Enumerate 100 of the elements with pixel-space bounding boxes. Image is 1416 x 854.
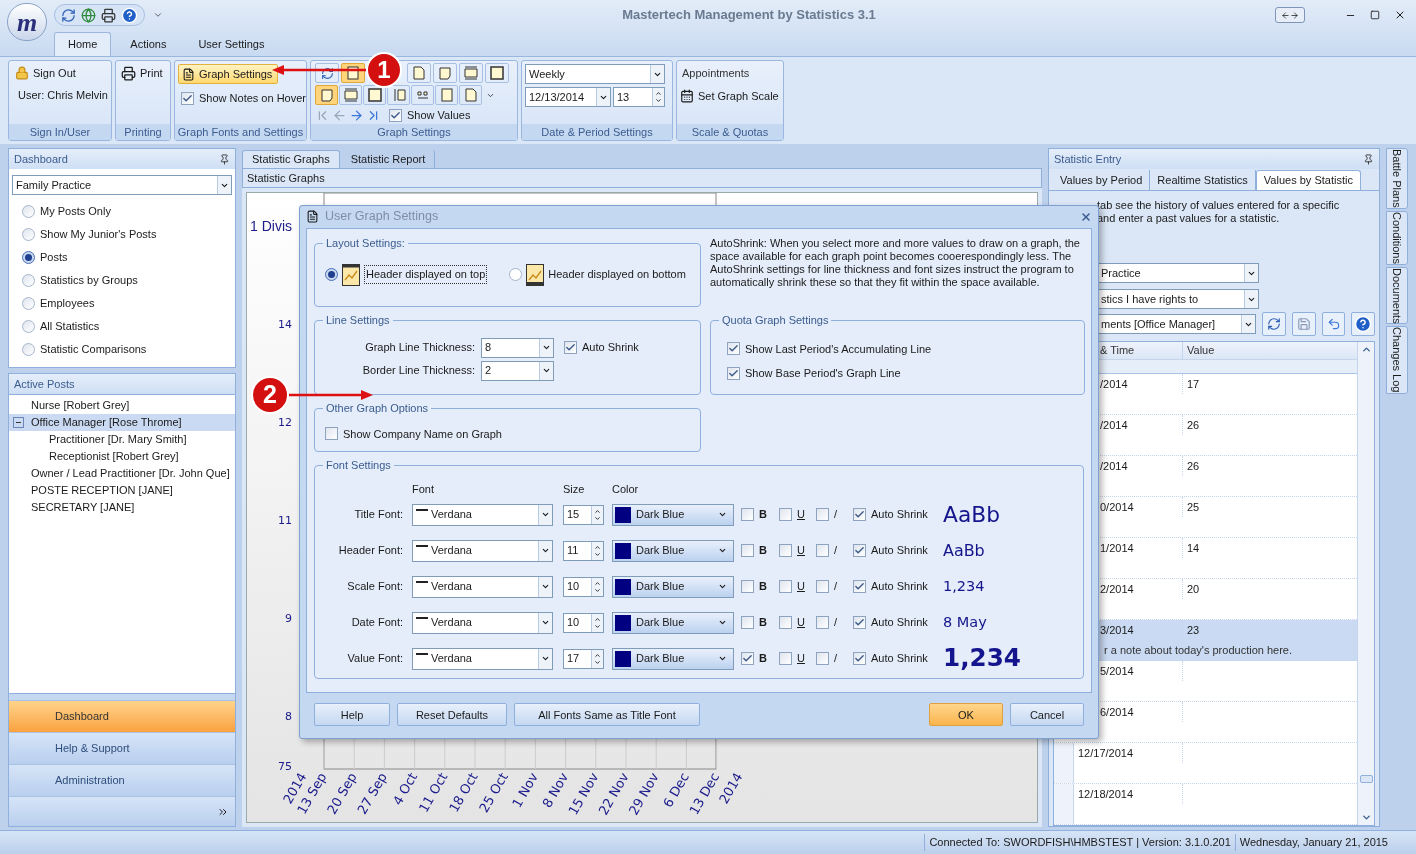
- show-notes-checkbox[interactable]: Show Notes on Hover: [178, 90, 306, 107]
- font-dropdown[interactable]: Verdana: [412, 611, 553, 634]
- font-size-spinner[interactable]: 17: [563, 648, 604, 669]
- color-dropdown[interactable]: Dark Blue: [612, 611, 734, 634]
- font-size-spinner[interactable]: 10: [563, 576, 604, 597]
- auto-shrink-checkbox[interactable]: Auto Shrink: [853, 650, 943, 667]
- view-radio[interactable]: All Statistics: [22, 315, 232, 338]
- dialog-button[interactable]: Reset Defaults: [397, 703, 507, 727]
- tree-item[interactable]: Owner / Lead Practitioner [Dr. John Que]: [9, 465, 235, 482]
- italic-checkbox[interactable]: /: [816, 578, 846, 595]
- dialog-button[interactable]: Cancel: [1010, 703, 1084, 727]
- nav-button[interactable]: Dashboard: [9, 700, 235, 732]
- axis-label: 8: [285, 710, 292, 723]
- border-thickness-dropdown[interactable]: 2: [481, 360, 554, 381]
- group-label: Graph Settings: [311, 124, 517, 140]
- view-radio[interactable]: Posts: [22, 246, 232, 269]
- font-dropdown[interactable]: Verdana: [412, 575, 553, 598]
- font-size-spinner[interactable]: 15: [563, 504, 604, 525]
- side-tab[interactable]: Battle Plans: [1386, 148, 1408, 209]
- sign-out-button[interactable]: Sign Out: [15, 65, 111, 82]
- company-name-checkbox[interactable]: Show Company Name on Graph: [325, 425, 502, 443]
- statistics-filter-dropdown[interactable]: stics I have rights to: [1097, 289, 1259, 309]
- print-button[interactable]: Print: [121, 65, 170, 82]
- practice-dropdown[interactable]: Family Practice: [12, 175, 232, 195]
- graph-settings-button[interactable]: Graph Settings: [178, 64, 278, 84]
- bold-checkbox[interactable]: B: [741, 542, 773, 559]
- tree-item[interactable]: Office Manager [Rose Throme]: [9, 414, 235, 431]
- side-tab[interactable]: Changes Log: [1386, 326, 1408, 394]
- quota-checkbox[interactable]: Show Last Period's Accumulating Line: [727, 340, 1084, 358]
- entry-tab[interactable]: Values by Statistic: [1255, 170, 1361, 190]
- practice-dropdown[interactable]: Practice: [1097, 263, 1259, 283]
- group-label: Graph Fonts and Settings: [175, 124, 306, 140]
- line-thickness-dropdown[interactable]: 8: [481, 337, 554, 358]
- dialog-button[interactable]: OK: [929, 703, 1003, 727]
- ribbon-tab[interactable]: Actions: [117, 32, 180, 56]
- view-tab[interactable]: Statistic Graphs: [242, 150, 340, 168]
- set-graph-scale-button[interactable]: Set Graph Scale: [680, 87, 783, 104]
- auto-shrink-checkbox[interactable]: Auto Shrink: [853, 542, 943, 559]
- dialog-button[interactable]: All Fonts Same as Title Font: [514, 703, 700, 727]
- font-dropdown[interactable]: Verdana: [412, 503, 553, 526]
- side-tab[interactable]: Conditions: [1386, 210, 1408, 265]
- side-tab[interactable]: Documents: [1386, 266, 1408, 325]
- app-logo[interactable]: m: [7, 3, 47, 41]
- layout-radio[interactable]: Header displayed on bottom: [509, 263, 686, 286]
- auto-shrink-checkbox[interactable]: Auto Shrink: [853, 614, 943, 631]
- tree-item[interactable]: Nurse [Robert Grey]: [9, 397, 235, 414]
- ribbon-tab[interactable]: Home: [54, 32, 112, 56]
- font-size-spinner[interactable]: 10: [563, 612, 604, 633]
- tree-item[interactable]: POSTE RECEPTION [JANE]: [9, 482, 235, 499]
- period-dropdown[interactable]: Weekly: [525, 64, 665, 84]
- nav-button[interactable]: Help & Support: [9, 732, 235, 764]
- table-cell-text: 1/2014: [1099, 540, 1135, 556]
- field-label: Scale Font:: [346, 579, 403, 595]
- table-cell-text: 12/18/2014: [1077, 786, 1135, 802]
- underline-checkbox[interactable]: U: [779, 578, 811, 595]
- tree-item[interactable]: SECRETARY [JANE]: [9, 499, 235, 516]
- view-radio[interactable]: Employees: [22, 292, 232, 315]
- color-dropdown[interactable]: Dark Blue: [612, 539, 734, 562]
- ribbon-tab[interactable]: User Settings: [185, 32, 278, 56]
- italic-checkbox[interactable]: /: [816, 614, 846, 631]
- font-size-spinner[interactable]: 11: [563, 540, 604, 561]
- font-dropdown[interactable]: Verdana: [412, 539, 553, 562]
- statistic-dropdown[interactable]: ments [Office Manager]: [1097, 314, 1257, 334]
- field-label: Value Font:: [346, 651, 403, 667]
- view-radio[interactable]: Statistic Comparisons: [22, 338, 232, 361]
- auto-shrink-checkbox[interactable]: Auto Shrink: [853, 578, 943, 595]
- font-preview: 1,234: [943, 646, 1021, 672]
- italic-checkbox[interactable]: /: [816, 650, 846, 667]
- user-label: User: Chris Melvin: [17, 87, 109, 103]
- auto-shrink-checkbox[interactable]: Auto Shrink: [564, 339, 639, 356]
- nav-button[interactable]: Administration: [9, 764, 235, 796]
- auto-shrink-checkbox[interactable]: Auto Shrink: [853, 506, 943, 523]
- underline-checkbox[interactable]: U: [779, 506, 811, 523]
- table-cell-text: 5/2014: [1099, 663, 1135, 679]
- font-dropdown[interactable]: Verdana: [412, 647, 553, 670]
- bold-checkbox[interactable]: B: [741, 614, 773, 631]
- underline-checkbox[interactable]: U: [779, 650, 811, 667]
- dialog-button[interactable]: Help: [314, 703, 390, 727]
- entry-tab[interactable]: Realtime Statistics: [1150, 170, 1256, 190]
- tree-item[interactable]: Receptionist [Robert Grey]: [9, 448, 235, 465]
- period-count-spinner[interactable]: 13: [613, 87, 665, 107]
- bold-checkbox[interactable]: B: [741, 506, 773, 523]
- bold-checkbox[interactable]: B: [741, 650, 773, 667]
- color-dropdown[interactable]: Dark Blue: [612, 575, 734, 598]
- view-radio[interactable]: My Posts Only: [22, 200, 232, 223]
- bold-checkbox[interactable]: B: [741, 578, 773, 595]
- tree-item[interactable]: Practitioner [Dr. Mary Smith]: [9, 431, 235, 448]
- view-radio[interactable]: Show My Junior's Posts: [22, 223, 232, 246]
- show-values-checkbox[interactable]: Show Values: [389, 107, 471, 124]
- entry-tab[interactable]: Values by Period: [1053, 170, 1151, 190]
- color-dropdown[interactable]: Dark Blue: [612, 503, 734, 526]
- color-dropdown[interactable]: Dark Blue: [612, 647, 734, 670]
- underline-checkbox[interactable]: U: [779, 614, 811, 631]
- view-radio[interactable]: Statistics by Groups: [22, 269, 232, 292]
- italic-checkbox[interactable]: /: [816, 542, 846, 559]
- date-picker[interactable]: 12/13/2014: [525, 87, 611, 107]
- italic-checkbox[interactable]: /: [816, 506, 846, 523]
- autoshrink-note: AutoShrink: When you select more and more values to draw on a graph, the space available for each graph point becomes cooerespondingly less. The AutoShrink settings for line thickness and font sizes instruct the program to automatically shrink these so that they fit within the space available.: [710, 236, 1081, 290]
- note-text: r a note about today's production here.: [1103, 642, 1292, 658]
- underline-checkbox[interactable]: U: [779, 542, 811, 559]
